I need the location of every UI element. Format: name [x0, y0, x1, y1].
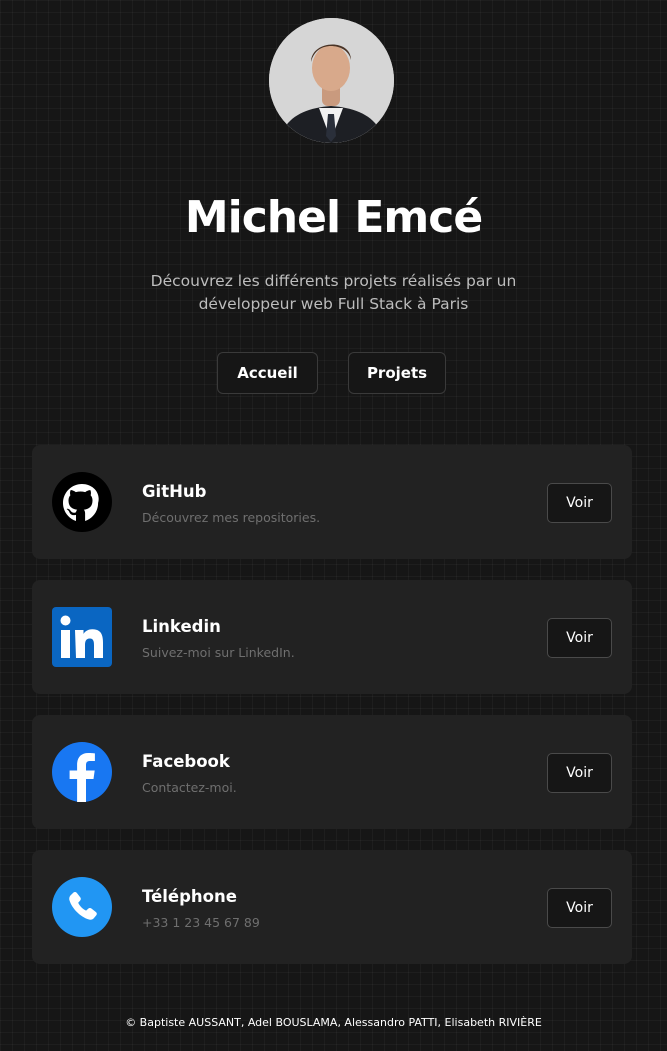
- link-name: GitHub: [142, 482, 207, 501]
- voir-github-button[interactable]: Voir: [547, 483, 612, 523]
- phone-icon: [52, 877, 112, 937]
- profile-avatar: [269, 18, 394, 143]
- link-name: Linkedin: [142, 617, 221, 636]
- facebook-icon: [52, 742, 112, 802]
- voir-phone-button[interactable]: Voir: [547, 888, 612, 928]
- home-button[interactable]: Accueil: [217, 352, 318, 394]
- github-icon: [52, 472, 112, 532]
- link-description: Suivez-moi sur LinkedIn.: [142, 645, 295, 660]
- link-description: Découvrez mes repositories.: [142, 510, 321, 525]
- link-card-github: GitHub Découvrez mes repositories. Voir: [32, 445, 632, 559]
- voir-linkedin-button[interactable]: Voir: [547, 618, 612, 658]
- page-title: Michel Emcé: [184, 192, 483, 243]
- link-card-linkedin: Linkedin Suivez-moi sur LinkedIn. Voir: [32, 580, 632, 694]
- link-name: Téléphone: [142, 887, 237, 906]
- voir-facebook-button[interactable]: Voir: [547, 753, 612, 793]
- linkedin-icon: [52, 607, 112, 667]
- page-subtitle: Découvrez les différents projets réalisé…: [150, 272, 517, 313]
- link-card-phone: Téléphone +33 1 23 45 67 89 Voir: [32, 850, 632, 964]
- footer-credits: © Baptiste AUSSANT, Adel BOUSLAMA, Aless…: [125, 1016, 542, 1029]
- link-description: Contactez-moi.: [142, 780, 237, 795]
- link-description: +33 1 23 45 67 89: [142, 915, 260, 930]
- projects-button[interactable]: Projets: [348, 352, 446, 394]
- link-card-facebook: Facebook Contactez-moi. Voir: [32, 715, 632, 829]
- link-name: Facebook: [142, 752, 230, 771]
